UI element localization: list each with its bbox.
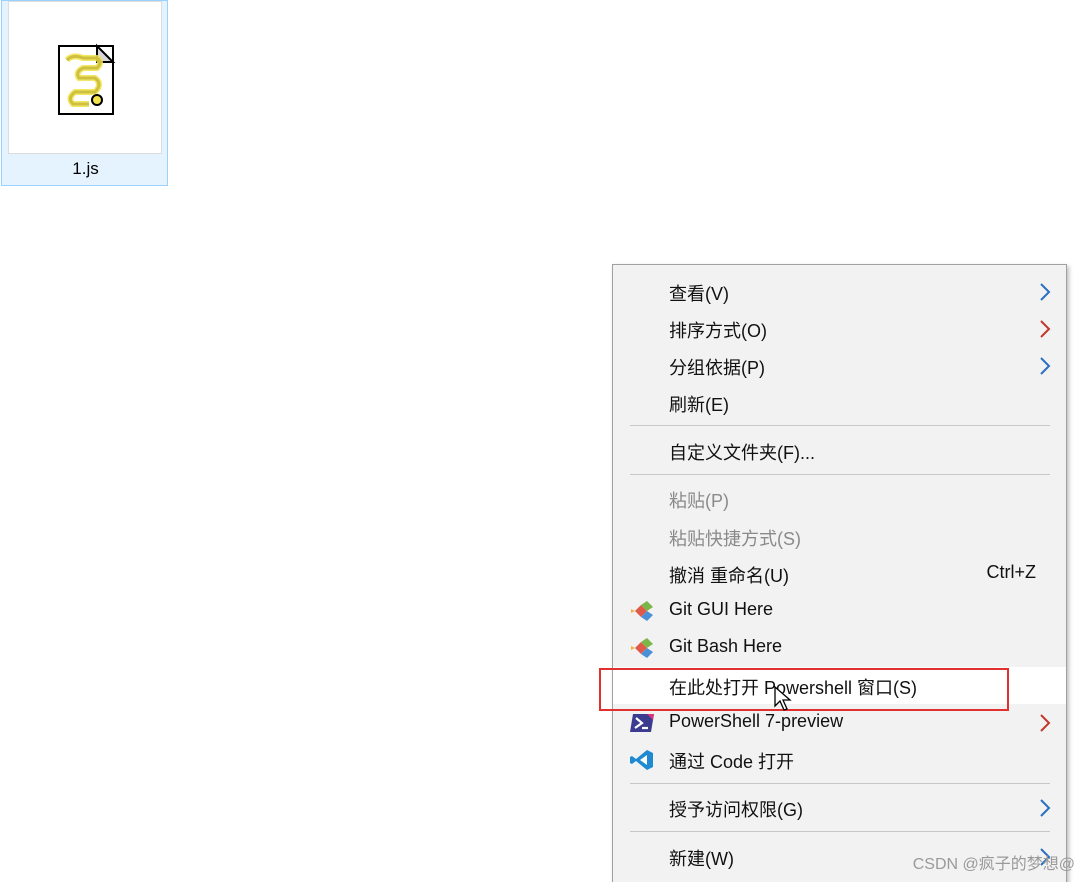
menu-item-label: 授予访问权限(G) <box>669 800 803 820</box>
menu-separator <box>630 474 1050 475</box>
file-item[interactable]: 1.js <box>1 0 168 186</box>
menu-item-label: Git Bash Here <box>669 636 783 656</box>
menu-item-customize-folder[interactable]: 自定义文件夹(F)... <box>613 432 1066 469</box>
menu-item-undo-rename[interactable]: 撤消 重命名(U) Ctrl+Z <box>613 555 1066 592</box>
menu-separator <box>630 783 1050 784</box>
menu-item-group-by[interactable]: 分组依据(P) <box>613 347 1066 384</box>
chevron-right-icon <box>1040 357 1051 375</box>
menu-item-label: 新建(W) <box>669 849 734 869</box>
menu-item-paste: 粘贴(P) <box>613 480 1066 517</box>
menu-item-label: 排序方式(O) <box>669 321 767 341</box>
chevron-right-icon <box>1040 799 1051 817</box>
menu-item-label: 自定义文件夹(F)... <box>669 443 815 463</box>
git-icon <box>631 638 653 658</box>
mouse-cursor-icon <box>774 686 792 711</box>
menu-item-refresh[interactable]: 刷新(E) <box>613 384 1066 421</box>
menu-item-label: Git GUI Here <box>669 599 774 619</box>
menu-item-label: 通过 Code 打开 <box>669 752 795 772</box>
script-file-icon <box>58 43 116 115</box>
menu-item-shortcut: Ctrl+Z <box>986 562 1037 582</box>
menu-item-label: 撤消 重命名(U) <box>669 566 789 586</box>
menu-item-label: 分组依据(P) <box>669 358 765 378</box>
highlight-annotation-box <box>599 668 1009 711</box>
menu-item-label: 粘贴快捷方式(S) <box>669 529 801 549</box>
menu-item-label: 查看(V) <box>669 284 729 304</box>
menu-item-git-gui[interactable]: Git GUI Here <box>613 592 1066 629</box>
powershell-icon <box>630 714 654 732</box>
context-menu: 查看(V) 排序方式(O) 分组依据(P) 刷新(E) 自定义文件夹(F)...… <box>612 264 1067 882</box>
menu-item-sort-by[interactable]: 排序方式(O) <box>613 310 1066 347</box>
file-name: 1.js <box>72 159 99 178</box>
menu-item-git-bash[interactable]: Git Bash Here <box>613 629 1066 666</box>
menu-separator <box>630 425 1050 426</box>
menu-item-label: PowerShell 7-preview <box>669 711 844 731</box>
menu-item-paste-shortcut: 粘贴快捷方式(S) <box>613 518 1066 555</box>
chevron-right-icon <box>1040 714 1051 732</box>
file-thumbnail <box>8 1 162 154</box>
vscode-icon <box>630 750 653 770</box>
menu-item-label: 刷新(E) <box>669 395 729 415</box>
desktop[interactable]: 1.js 查看(V) 排序方式(O) 分组依据(P) 刷新(E) 自定义文件夹(… <box>0 0 1089 882</box>
git-icon <box>631 601 653 621</box>
menu-item-give-access[interactable]: 授予访问权限(G) <box>613 789 1066 826</box>
chevron-right-icon <box>1040 283 1051 301</box>
menu-item-open-with-code[interactable]: 通过 Code 打开 <box>613 741 1066 778</box>
menu-item-label: 粘贴(P) <box>669 491 729 511</box>
watermark: CSDN @疯子的梦想@ <box>912 856 1075 873</box>
chevron-right-icon <box>1040 320 1051 338</box>
menu-separator <box>630 831 1050 832</box>
menu-item-view[interactable]: 查看(V) <box>613 273 1066 310</box>
